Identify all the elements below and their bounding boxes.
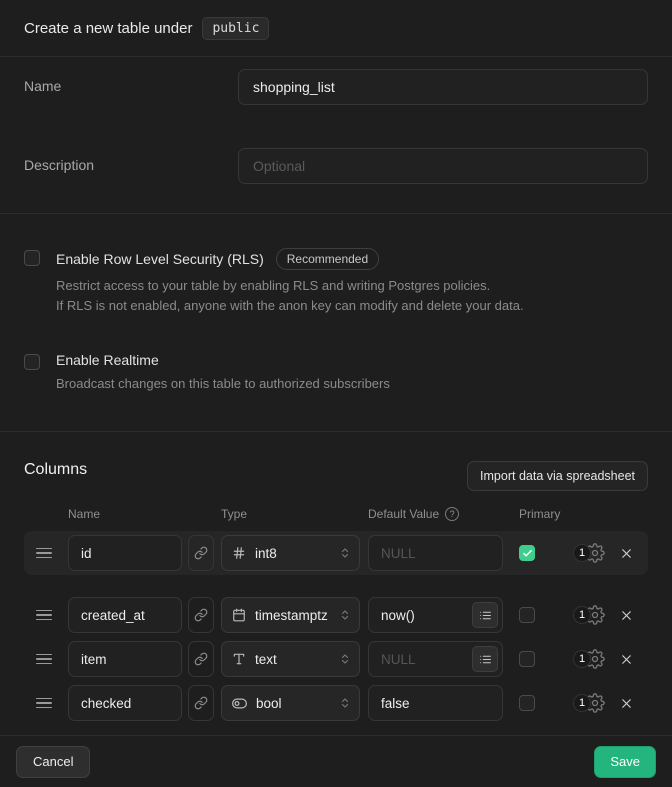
foreign-key-link-icon[interactable] — [188, 597, 214, 633]
dialog-footer: Cancel Save — [0, 735, 672, 787]
import-spreadsheet-button[interactable]: Import data via spreadsheet — [467, 461, 648, 491]
column-name-input[interactable] — [68, 641, 182, 677]
drag-handle-icon[interactable] — [36, 548, 52, 559]
chevrons-up-down-icon — [339, 609, 351, 621]
primary-key-checkbox[interactable] — [519, 545, 535, 561]
table-options-section: Enable Row Level Security (RLS) Recommen… — [0, 214, 672, 432]
column-header-default: Default Value ? — [368, 507, 519, 521]
column-default-input[interactable] — [368, 685, 503, 721]
column-type-select[interactable]: text — [221, 641, 360, 677]
help-icon[interactable]: ? — [445, 507, 459, 521]
table-description-input[interactable] — [238, 148, 648, 184]
columns-section: Columns Import data via spreadsheet Name… — [0, 432, 672, 735]
primary-key-checkbox[interactable] — [519, 695, 535, 711]
settings-count-badge: 1 — [573, 694, 591, 712]
table-row: int8 1 — [24, 531, 648, 575]
drag-handle-icon[interactable] — [36, 698, 52, 709]
name-label: Name — [24, 69, 238, 105]
column-type-select[interactable]: timestamptz — [221, 597, 360, 633]
columns-table-header: Name Type Default Value ? Primary — [24, 507, 648, 521]
dialog-header: Create a new table under public — [0, 0, 672, 57]
rls-toggle-group: Enable Row Level Security (RLS) Recommen… — [24, 248, 648, 316]
table-row: text 1 — [24, 637, 648, 681]
cancel-button[interactable]: Cancel — [16, 746, 90, 778]
realtime-label: Enable Realtime — [56, 352, 159, 368]
save-button[interactable]: Save — [594, 746, 656, 778]
rls-label: Enable Row Level Security (RLS) — [56, 251, 264, 267]
description-label: Description — [24, 148, 238, 184]
remove-column-icon[interactable] — [619, 608, 634, 623]
dialog-title: Create a new table under — [24, 20, 192, 37]
column-type-select[interactable]: bool — [221, 685, 360, 721]
drag-handle-icon[interactable] — [36, 654, 52, 665]
column-type-value: timestamptz — [255, 608, 330, 623]
table-name-input[interactable] — [238, 69, 648, 105]
settings-count-badge: 1 — [573, 544, 591, 562]
column-type-value: int8 — [255, 546, 330, 561]
table-row: bool 1 — [24, 681, 648, 725]
column-type-value: bool — [256, 696, 330, 711]
remove-column-icon[interactable] — [619, 652, 634, 667]
remove-column-icon[interactable] — [619, 696, 634, 711]
drag-handle-icon[interactable] — [36, 610, 52, 621]
primary-key-checkbox[interactable] — [519, 607, 535, 623]
default-value-list-icon[interactable] — [472, 602, 498, 628]
column-default-input — [368, 535, 503, 571]
chevrons-up-down-icon — [339, 697, 351, 709]
settings-count-badge: 1 — [573, 606, 591, 624]
column-name-input[interactable] — [68, 685, 182, 721]
calendar-icon — [232, 608, 246, 622]
foreign-key-link-icon[interactable] — [188, 685, 214, 721]
default-value-list-icon[interactable] — [472, 646, 498, 672]
realtime-checkbox[interactable] — [24, 354, 40, 370]
columns-heading: Columns — [24, 461, 87, 479]
rls-checkbox[interactable] — [24, 250, 40, 266]
chevrons-up-down-icon — [339, 547, 351, 559]
table-row: timestamptz 1 — [24, 593, 648, 637]
toggle-icon — [232, 696, 247, 711]
column-type-select[interactable]: int8 — [221, 535, 360, 571]
realtime-toggle-group: Enable Realtime Broadcast changes on thi… — [24, 352, 648, 394]
hash-icon — [232, 546, 246, 560]
table-info-section: Name Description — [0, 57, 672, 214]
remove-column-icon[interactable] — [619, 546, 634, 561]
column-name-input[interactable] — [68, 535, 182, 571]
foreign-key-link-icon[interactable] — [188, 535, 214, 571]
column-type-value: text — [255, 652, 330, 667]
column-name-input[interactable] — [68, 597, 182, 633]
column-header-primary: Primary — [519, 507, 560, 521]
column-header-type: Type — [221, 507, 368, 521]
create-table-dialog: Create a new table under public Name Des… — [0, 0, 672, 787]
foreign-key-link-icon[interactable] — [188, 641, 214, 677]
recommended-badge: Recommended — [276, 248, 379, 270]
rls-description: Restrict access to your table by enablin… — [56, 276, 524, 316]
realtime-description: Broadcast changes on this table to autho… — [56, 374, 390, 394]
column-header-name: Name — [68, 507, 221, 521]
settings-count-badge: 1 — [573, 650, 591, 668]
primary-key-checkbox[interactable] — [519, 651, 535, 667]
chevrons-up-down-icon — [339, 653, 351, 665]
text-type-icon — [232, 652, 246, 666]
schema-badge: public — [202, 17, 269, 40]
